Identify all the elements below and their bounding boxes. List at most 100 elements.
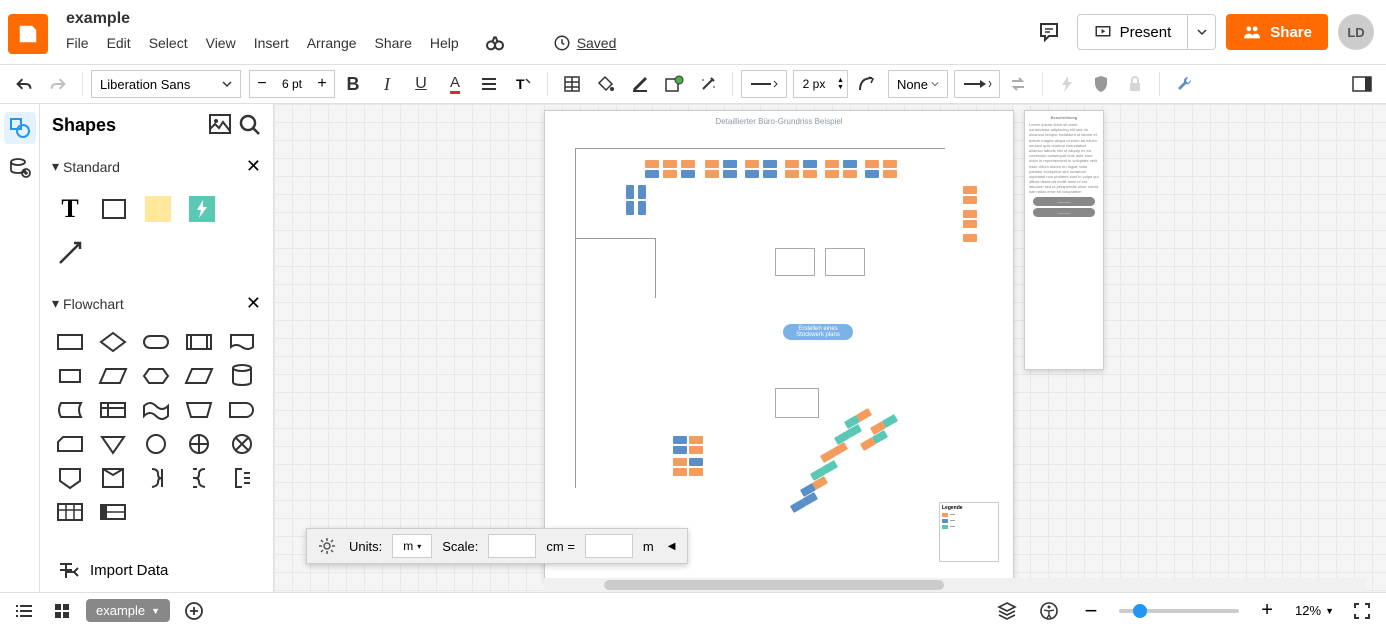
flowchart-sum[interactable] bbox=[181, 430, 217, 458]
menu-edit[interactable]: Edit bbox=[107, 35, 131, 51]
flowchart-or[interactable] bbox=[224, 430, 260, 458]
menu-insert[interactable]: Insert bbox=[254, 35, 289, 51]
flowchart-decision[interactable] bbox=[95, 328, 131, 356]
search-icon[interactable] bbox=[239, 114, 261, 136]
table-button[interactable] bbox=[556, 68, 588, 100]
page-tab[interactable]: example ▼ bbox=[86, 599, 170, 622]
flowchart-brace-left[interactable] bbox=[181, 464, 217, 492]
lock-button[interactable] bbox=[1119, 68, 1151, 100]
flowchart-swimlane[interactable] bbox=[95, 498, 131, 526]
menu-view[interactable]: View bbox=[206, 35, 236, 51]
line-style-select[interactable] bbox=[741, 70, 787, 98]
gear-icon[interactable] bbox=[315, 534, 339, 558]
font-size-increase[interactable]: + bbox=[310, 71, 334, 97]
fullscreen-button[interactable] bbox=[1348, 597, 1376, 625]
horizontal-scrollbar[interactable] bbox=[544, 578, 1366, 592]
flash-button[interactable] bbox=[1051, 68, 1083, 100]
panel-toggle-button[interactable] bbox=[1346, 68, 1378, 100]
swap-button[interactable] bbox=[1002, 68, 1034, 100]
binoculars-icon[interactable] bbox=[485, 35, 505, 51]
present-button[interactable]: Present bbox=[1077, 14, 1189, 50]
scale-input-cm[interactable] bbox=[488, 534, 536, 558]
underline-button[interactable]: U bbox=[405, 68, 437, 100]
flowchart-delay[interactable] bbox=[224, 396, 260, 424]
canvas[interactable]: Detaillierter Büro-Grundriss Beispiel bbox=[274, 104, 1386, 592]
menu-file[interactable]: File bbox=[66, 35, 89, 51]
flowchart-parallelogram[interactable] bbox=[181, 362, 217, 390]
flowchart-data[interactable] bbox=[95, 362, 131, 390]
menu-select[interactable]: Select bbox=[149, 35, 188, 51]
shape-note[interactable] bbox=[140, 191, 176, 227]
app-logo[interactable] bbox=[8, 14, 48, 54]
line-curve-button[interactable] bbox=[850, 68, 882, 100]
flowchart-document[interactable] bbox=[224, 328, 260, 356]
share-button[interactable]: Share bbox=[1226, 14, 1328, 50]
flowchart-terminator[interactable] bbox=[138, 328, 174, 356]
zoom-in-button[interactable]: + bbox=[1253, 597, 1281, 625]
italic-button[interactable]: I bbox=[371, 68, 403, 100]
text-style-button[interactable]: T bbox=[507, 68, 539, 100]
flowchart-manual[interactable] bbox=[181, 396, 217, 424]
units-select[interactable]: m▾ bbox=[392, 534, 432, 558]
present-dropdown[interactable] bbox=[1188, 14, 1216, 50]
text-color-button[interactable]: A bbox=[439, 68, 471, 100]
shape-bolt[interactable] bbox=[184, 191, 220, 227]
shield-button[interactable] bbox=[1085, 68, 1117, 100]
flowchart-brace-right[interactable] bbox=[138, 464, 174, 492]
flowchart-internal[interactable] bbox=[95, 396, 131, 424]
shape-rectangle[interactable] bbox=[96, 191, 132, 227]
flowchart-connector[interactable] bbox=[138, 430, 174, 458]
redo-button[interactable] bbox=[42, 68, 74, 100]
flowchart-display[interactable] bbox=[52, 362, 88, 390]
scale-input-m[interactable] bbox=[585, 534, 633, 558]
arrow-end-select[interactable] bbox=[954, 70, 1000, 98]
line-color-button[interactable] bbox=[624, 68, 656, 100]
flowchart-annotation[interactable] bbox=[224, 464, 260, 492]
image-icon[interactable] bbox=[209, 114, 231, 136]
zoom-value[interactable]: 12%▼ bbox=[1295, 603, 1334, 618]
flowchart-process[interactable] bbox=[52, 328, 88, 356]
flowchart-pentagon[interactable] bbox=[95, 464, 131, 492]
accessibility-button[interactable] bbox=[1035, 597, 1063, 625]
close-icon[interactable]: ✕ bbox=[246, 293, 261, 314]
shape-arrow[interactable] bbox=[52, 235, 88, 271]
wrench-button[interactable] bbox=[1168, 68, 1200, 100]
scale-collapse[interactable]: ◀ bbox=[664, 541, 680, 552]
flowchart-predefined[interactable] bbox=[181, 328, 217, 356]
flowchart-table[interactable] bbox=[52, 498, 88, 526]
fill-color-button[interactable] bbox=[590, 68, 622, 100]
user-avatar[interactable]: LD bbox=[1338, 14, 1374, 50]
magic-button[interactable] bbox=[692, 68, 724, 100]
shape-text[interactable]: T bbox=[52, 191, 88, 227]
canvas-page[interactable]: Detaillierter Büro-Grundriss Beispiel bbox=[544, 110, 1014, 580]
saved-status[interactable]: Saved bbox=[553, 34, 617, 52]
close-icon[interactable]: ✕ bbox=[246, 156, 261, 177]
bold-button[interactable]: B bbox=[337, 68, 369, 100]
side-button-1[interactable]: ——— bbox=[1033, 197, 1095, 206]
menu-help[interactable]: Help bbox=[430, 35, 459, 51]
shape-style-button[interactable] bbox=[658, 68, 690, 100]
comment-icon[interactable] bbox=[1031, 14, 1067, 50]
line-width-up[interactable]: ▲ bbox=[834, 77, 847, 84]
flowchart-tape[interactable] bbox=[138, 396, 174, 424]
document-title[interactable]: example bbox=[66, 8, 1031, 34]
font-size-value[interactable]: 6 pt bbox=[274, 77, 310, 91]
shapes-tool[interactable] bbox=[4, 112, 36, 144]
add-page-button[interactable] bbox=[180, 597, 208, 625]
section-flowchart[interactable]: ▾Flowchart ✕ bbox=[52, 287, 261, 320]
layers-button[interactable] bbox=[993, 597, 1021, 625]
font-size-decrease[interactable]: − bbox=[250, 71, 274, 97]
side-button-2[interactable]: ——— bbox=[1033, 208, 1095, 217]
arrow-start-select[interactable]: None bbox=[888, 70, 948, 98]
import-data-button[interactable]: Import Data bbox=[40, 548, 273, 592]
flowchart-stored[interactable] bbox=[52, 396, 88, 424]
line-width-value[interactable]: 2 px bbox=[794, 77, 834, 91]
grid-view-button[interactable] bbox=[48, 597, 76, 625]
flowchart-merge[interactable] bbox=[95, 430, 131, 458]
canvas-callout[interactable]: Erstellen eines Stockwerk plans bbox=[783, 324, 853, 340]
zoom-slider[interactable] bbox=[1119, 609, 1239, 613]
data-tool[interactable] bbox=[4, 152, 36, 184]
menu-share[interactable]: Share bbox=[375, 35, 412, 51]
font-family-select[interactable]: Liberation Sans bbox=[91, 70, 241, 98]
side-page[interactable]: Beschreibung Lorem ipsum dolor sit amet … bbox=[1024, 110, 1104, 370]
